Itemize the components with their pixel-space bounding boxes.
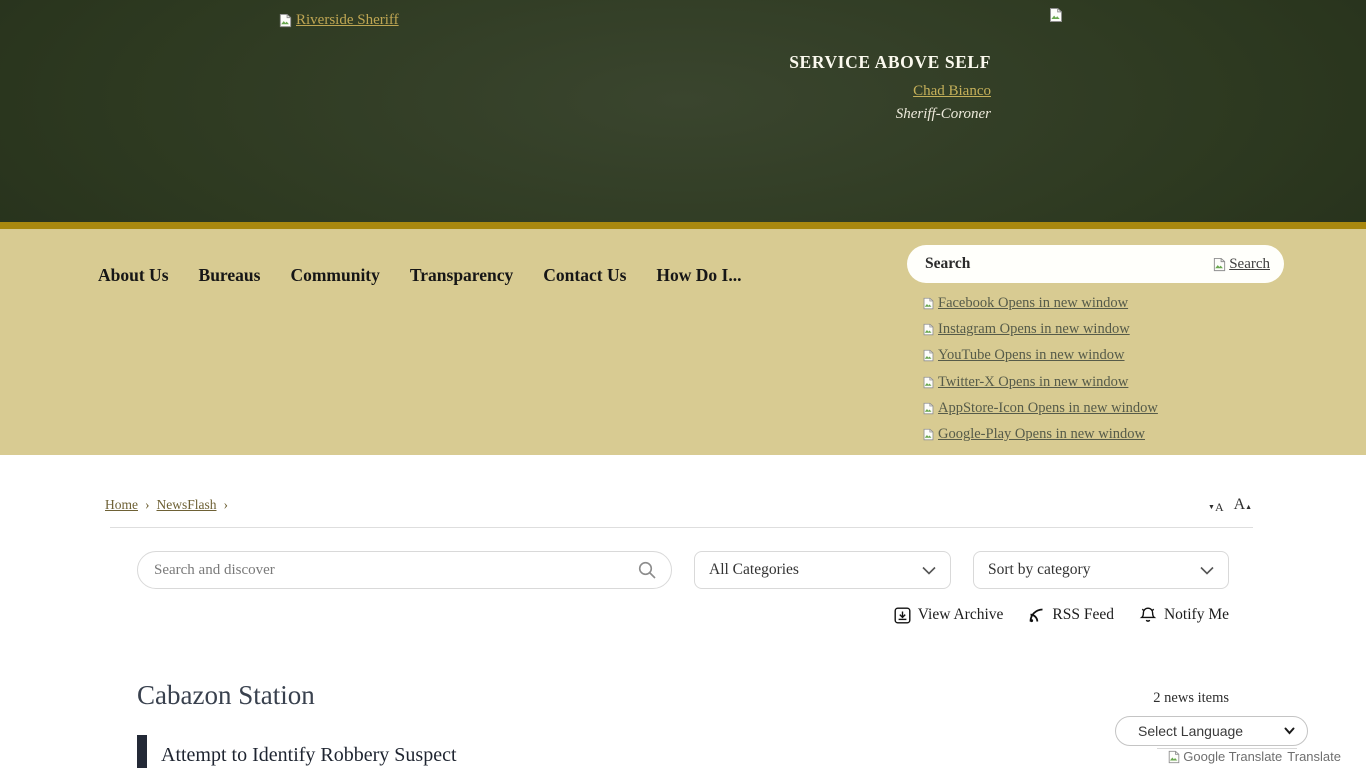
social-link-instagram[interactable]: Instagram Opens in new window: [922, 316, 1158, 342]
gold-divider-stripe: [0, 222, 1366, 229]
breadcrumb: Home › NewsFlash ›: [105, 497, 228, 513]
news-list-item: Attempt to Identify Robbery Suspect: [137, 735, 457, 768]
news-item-accent-bar: [137, 735, 147, 768]
archive-box-icon: [894, 607, 911, 624]
breadcrumb-separator: ›: [145, 497, 150, 513]
site-search-box: Search: [907, 245, 1284, 283]
triangle-up-icon: ▲: [1245, 504, 1252, 511]
nav-item-about-us[interactable]: About Us: [98, 265, 169, 286]
appstore-icon: [922, 402, 935, 415]
broken-image-icon: [1212, 257, 1227, 272]
notify-me-link[interactable]: Notify Me: [1139, 606, 1229, 624]
font-size-controls: ▼ A A ▲: [1208, 497, 1252, 513]
language-select-value: Select Language: [1138, 723, 1243, 739]
chevron-down-icon: [1284, 727, 1295, 735]
chevron-down-icon: [922, 566, 936, 575]
site-logo-link[interactable]: Riverside Sheriff: [278, 12, 399, 29]
newsflash-actions: View Archive RSS Feed Notif: [894, 606, 1229, 624]
site-search-button-label: Search: [1229, 256, 1270, 273]
nav-item-community[interactable]: Community: [290, 265, 379, 286]
nav-item-how-do-i[interactable]: How Do I...: [656, 265, 741, 286]
breadcrumb-divider: [110, 527, 1253, 528]
site-search-input[interactable]: [925, 255, 1212, 273]
nav-item-bureaus[interactable]: Bureaus: [199, 265, 261, 286]
nav-item-contact-us[interactable]: Contact Us: [543, 265, 626, 286]
news-item-title-link[interactable]: Attempt to Identify Robbery Suspect: [161, 744, 457, 767]
nav-item-transparency[interactable]: Transparency: [410, 265, 513, 286]
social-link-facebook[interactable]: Facebook Opens in new window: [922, 290, 1158, 316]
broken-image-icon: [278, 13, 293, 28]
header-text-block: SERVICE ABOVE SELF Chad Bianco Sheriff-C…: [789, 52, 991, 123]
rss-icon: [1028, 607, 1045, 624]
rss-feed-link[interactable]: RSS Feed: [1028, 606, 1114, 624]
sort-dropdown-value: Sort by category: [988, 561, 1090, 579]
breadcrumb-separator: ›: [224, 497, 229, 513]
newsflash-search-box: [137, 551, 672, 589]
social-links: Facebook Opens in new window Instagram O…: [922, 290, 1158, 448]
motto-text: SERVICE ABOVE SELF: [789, 52, 991, 73]
categories-dropdown-value: All Categories: [709, 561, 799, 579]
translate-link[interactable]: Translate: [1287, 749, 1341, 764]
google-play-icon: [922, 428, 935, 441]
categories-dropdown[interactable]: All Categories: [694, 551, 951, 589]
news-count: 2 news items: [1153, 690, 1229, 707]
breadcrumb-newsflash-link[interactable]: NewsFlash: [157, 497, 217, 513]
youtube-icon: [922, 349, 935, 362]
bell-icon: [1139, 606, 1157, 624]
broken-image-icon: [1167, 750, 1181, 764]
increase-font-button[interactable]: A ▲: [1234, 497, 1253, 513]
main-nav: About Us Bureaus Community Transparency …: [98, 265, 741, 286]
social-link-youtube[interactable]: YouTube Opens in new window: [922, 343, 1158, 369]
page-title: Cabazon Station: [137, 680, 315, 711]
social-link-appstore[interactable]: AppStore-Icon Opens in new window: [922, 395, 1158, 421]
view-archive-link[interactable]: View Archive: [894, 606, 1004, 624]
page: Riverside Sheriff SERVICE ABOVE SELF Cha…: [0, 0, 1366, 768]
nav-band: About Us Bureaus Community Transparency …: [0, 229, 1366, 455]
instagram-icon: [922, 323, 935, 336]
twitter-x-icon: [922, 376, 935, 389]
breadcrumb-home-link[interactable]: Home: [105, 497, 138, 513]
newsflash-search-input[interactable]: [154, 562, 637, 579]
search-icon[interactable]: [637, 560, 657, 580]
google-translate-alt-text: Google Translate: [1183, 749, 1282, 764]
triangle-down-icon: ▼: [1208, 504, 1215, 511]
sort-dropdown[interactable]: Sort by category: [973, 551, 1229, 589]
sheriff-title-text: Sheriff-Coroner: [789, 106, 991, 123]
site-header: Riverside Sheriff SERVICE ABOVE SELF Cha…: [0, 0, 1366, 222]
language-select[interactable]: Select Language: [1115, 716, 1308, 746]
facebook-icon: [922, 297, 935, 310]
site-search-button[interactable]: Search: [1212, 256, 1270, 273]
broken-image-icon: [1048, 7, 1064, 23]
decrease-font-button[interactable]: ▼ A: [1208, 501, 1224, 513]
sheriff-name-link[interactable]: Chad Bianco: [913, 83, 991, 100]
chevron-down-icon: [1200, 566, 1214, 575]
social-link-twitter-x[interactable]: Twitter-X Opens in new window: [922, 369, 1158, 395]
social-link-google-play[interactable]: Google-Play Opens in new window: [922, 421, 1158, 447]
google-translate-attribution: Google Translate Translate: [1167, 749, 1341, 764]
logo-alt-text: Riverside Sheriff: [296, 12, 399, 29]
